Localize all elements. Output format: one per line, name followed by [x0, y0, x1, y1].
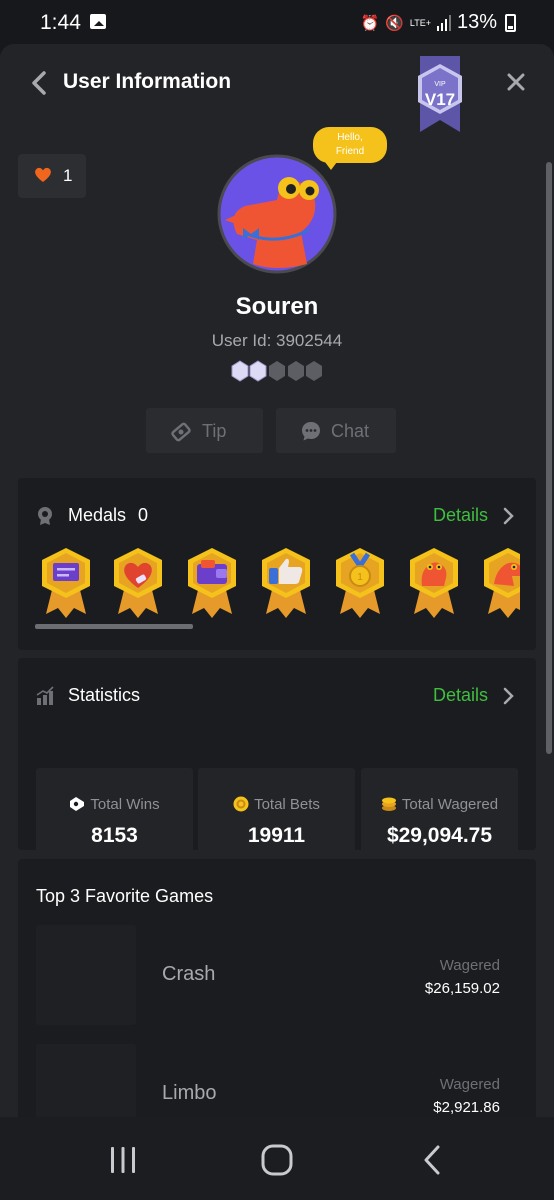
message-medal-icon[interactable] [38, 546, 94, 620]
game-row-limbo[interactable]: Limbo Wagered $2,921.86 [36, 1044, 518, 1117]
chat-icon [302, 422, 320, 441]
alarm-icon: ⏰ [360, 14, 380, 32]
like-count: 1 [63, 166, 73, 185]
game-wagered-value: $26,159.02 [424, 980, 500, 997]
coin-medal-icon[interactable]: 1 [332, 546, 388, 620]
stat-label-text: Total Bets [254, 796, 320, 813]
vip-label: VIP [434, 81, 446, 88]
system-nav-bar [0, 1117, 554, 1200]
gem-icon [249, 360, 267, 382]
medal-icon [38, 507, 52, 525]
favorite-games-title: Top 3 Favorite Games [36, 886, 214, 906]
dino-medal-icon[interactable] [406, 546, 462, 620]
stat-label-text: Total Wins [90, 796, 160, 813]
wins-ticket-icon [70, 797, 85, 811]
medals-card: Medals 0 Details 1 [18, 478, 536, 650]
back-arrow-icon[interactable] [28, 70, 50, 96]
medal-scroll-indicator[interactable] [35, 624, 193, 629]
greeting-line-1: Hello, [337, 132, 363, 143]
stat-label: Total Wagered [361, 796, 518, 813]
greeting-line-2: Friend [335, 146, 365, 157]
like-button[interactable]: 1 [18, 154, 86, 198]
stat-label: Total Bets [198, 796, 355, 813]
stat-value: 8153 [91, 824, 138, 847]
chevron-right-icon[interactable] [502, 507, 514, 525]
vip-badge: VIP V17 [412, 56, 468, 132]
game-thumbnail[interactable] [36, 1044, 136, 1117]
game-row-crash[interactable]: Crash Wagered $26,159.02 [36, 925, 518, 1025]
game-name: Limbo [162, 1082, 217, 1104]
medals-details-link[interactable]: Details [433, 505, 488, 526]
chevron-right-icon[interactable] [502, 687, 514, 705]
heart-medal-icon[interactable] [110, 546, 166, 620]
dino-run-medal-icon[interactable] [480, 546, 520, 620]
statistics-label: Statistics [68, 685, 141, 705]
chat-label: Chat [331, 421, 370, 441]
gem-icon [306, 361, 322, 381]
gem-icon [269, 361, 285, 381]
lte-icon: LTE+ [409, 17, 431, 28]
user-id: User Id: 3902544 [211, 331, 343, 350]
close-icon[interactable] [506, 72, 526, 92]
gem-icon [231, 360, 249, 382]
game-thumbnail[interactable] [36, 925, 136, 1025]
game-name: Crash [162, 963, 216, 985]
medal-list[interactable]: 1 [36, 546, 520, 630]
scrollbar[interactable] [546, 162, 552, 754]
stat-label-text: Total Wagered [401, 796, 499, 813]
svg-text:1: 1 [357, 572, 363, 583]
panel-header: User Information VIP V17 [0, 44, 554, 132]
tip-icon [171, 422, 191, 442]
back-icon[interactable] [416, 1143, 450, 1177]
signal-icon [436, 14, 451, 31]
stat-value: $29,094.75 [386, 824, 493, 847]
vip-level: V17 [424, 90, 456, 109]
stat-label: Total Wins [36, 796, 193, 813]
status-icons: ⏰ 🔇 LTE+ 13% [360, 11, 516, 34]
tip-label: Tip [202, 421, 227, 441]
rank-gems [231, 360, 322, 382]
heart-icon [35, 167, 51, 182]
game-wagered-label: Wagered [439, 957, 500, 974]
medals-count: 0 [138, 505, 149, 525]
status-bar: 1:44 ⏰ 🔇 LTE+ 13% [0, 0, 554, 44]
wallet-medal-icon[interactable] [184, 546, 240, 620]
game-wagered-label: Wagered [439, 1076, 500, 1093]
gallery-icon [90, 14, 106, 29]
home-icon[interactable] [260, 1143, 294, 1177]
status-time: 1:44 [40, 11, 81, 34]
tip-button[interactable]: Tip [146, 408, 263, 453]
page-title: User Information [63, 70, 232, 93]
avatar [217, 154, 337, 274]
chart-icon [36, 686, 54, 705]
greeting-bubble: Hello, Friend [313, 127, 387, 170]
user-info-panel[interactable]: User Information VIP V17 1 Hello, Friend… [0, 44, 554, 1117]
game-wagered-value: $2,921.86 [433, 1099, 500, 1116]
statistics-details-link[interactable]: Details [433, 685, 488, 706]
thumbs-up-medal-icon[interactable] [258, 546, 314, 620]
bets-chip-icon [233, 796, 249, 812]
gem-icon [288, 361, 304, 381]
username: Souren [235, 293, 319, 320]
battery-icon [505, 13, 516, 32]
medals-label: Medals [68, 505, 127, 525]
favorite-games-card: Top 3 Favorite Games Crash Wagered $26,1… [18, 859, 536, 1117]
mute-icon: 🔇 [385, 14, 404, 32]
stat-value: 19911 [247, 824, 306, 847]
recent-apps-icon[interactable] [106, 1143, 140, 1177]
statistics-card: Statistics Details Total Wins 8153 Total… [18, 658, 536, 875]
chat-button[interactable]: Chat [276, 408, 396, 453]
coins-stack-icon [381, 797, 396, 811]
battery-text: 13% [456, 11, 497, 33]
